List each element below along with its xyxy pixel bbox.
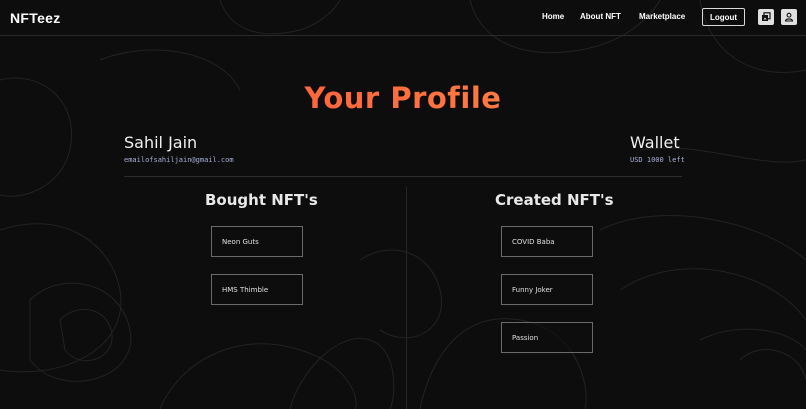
nav-link-about-nft[interactable]: About NFT	[580, 12, 621, 21]
wallet-balance: USD 1000 left	[630, 156, 685, 164]
wallet-title: Wallet	[630, 133, 680, 152]
bought-nfts-heading: Bought NFT's	[205, 191, 318, 209]
gallery-icon[interactable]	[758, 9, 774, 25]
profile-main: Your Profile Sahil Jain emailofsahiljain…	[0, 37, 806, 409]
created-nft-card[interactable]: Passion	[501, 322, 593, 353]
created-nft-card[interactable]: COVID Baba	[501, 226, 593, 257]
page-title: Your Profile	[0, 81, 806, 115]
logout-button[interactable]: Logout	[702, 8, 745, 26]
bought-nft-card[interactable]: HMS Thimble	[211, 274, 303, 305]
nav-link-home[interactable]: Home	[542, 12, 564, 21]
brand-logo[interactable]: NFTeez	[10, 10, 61, 26]
top-navbar: NFTeez Home About NFT Marketplace Logout	[0, 0, 806, 36]
column-divider	[406, 187, 407, 409]
bought-nft-card[interactable]: Neon Guts	[211, 226, 303, 257]
created-nft-card[interactable]: Funny Joker	[501, 274, 593, 305]
profile-divider	[124, 176, 682, 177]
user-icon[interactable]	[781, 9, 797, 25]
user-name: Sahil Jain	[124, 133, 198, 152]
created-nfts-heading: Created NFT's	[495, 191, 614, 209]
user-email: emailofsahiljain@gmail.com	[124, 156, 234, 164]
nav-link-marketplace[interactable]: Marketplace	[639, 12, 685, 21]
